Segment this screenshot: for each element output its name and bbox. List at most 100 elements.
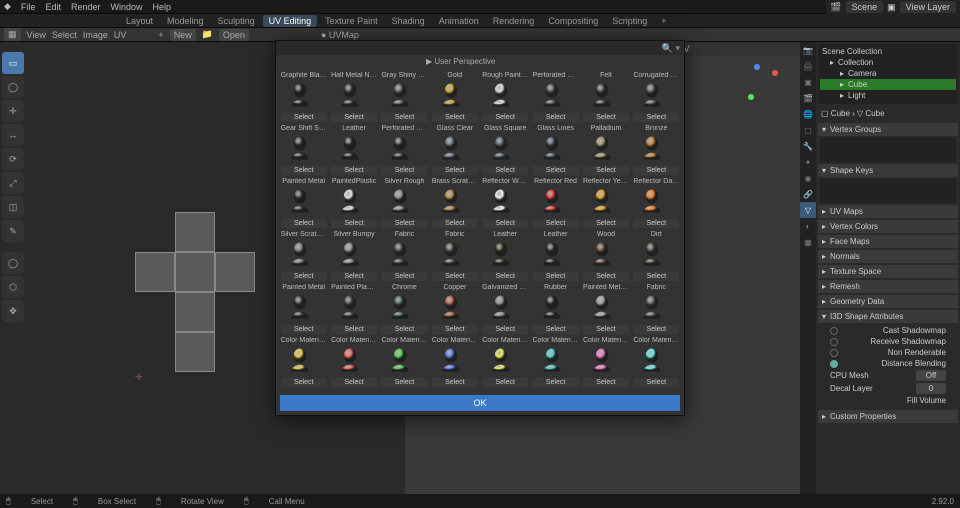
tool-rotate[interactable]: ⟳ [2, 148, 24, 170]
material-select-button[interactable]: Select [281, 113, 327, 122]
prop-tab-particle[interactable]: ✦ [800, 154, 816, 170]
i3d-fill-volume[interactable]: Fill Volume [822, 395, 954, 406]
uv-view-menu[interactable]: View [27, 30, 46, 40]
material-thumb[interactable] [638, 134, 674, 164]
material-thumb[interactable] [286, 187, 322, 217]
workspace-tab-compositing[interactable]: Compositing [542, 15, 604, 27]
prop-tab-constraint[interactable]: 🔗 [800, 186, 816, 202]
material-thumb[interactable] [487, 81, 523, 111]
material-select-button[interactable]: Select [482, 325, 528, 334]
material-select-button[interactable]: Select [482, 272, 528, 281]
material-select-button[interactable]: Select [533, 378, 579, 387]
material-thumb[interactable] [386, 346, 422, 376]
workspace-tab-scripting[interactable]: Scripting [606, 15, 653, 27]
material-select-button[interactable]: Select [533, 272, 579, 281]
material-thumb[interactable] [386, 293, 422, 323]
material-select-button[interactable]: Select [583, 219, 629, 228]
panel-vertex-colors[interactable]: ▸ Vertex Colors [818, 220, 958, 233]
material-thumb[interactable] [588, 293, 624, 323]
material-thumb[interactable] [588, 134, 624, 164]
material-thumb[interactable] [588, 240, 624, 270]
material-thumb[interactable] [638, 81, 674, 111]
material-thumb[interactable] [336, 81, 372, 111]
tool-rip[interactable]: ◯ [2, 252, 24, 274]
tool-move[interactable]: ↔ [2, 124, 24, 146]
menu-window[interactable]: Window [110, 2, 142, 12]
material-thumb[interactable] [437, 240, 473, 270]
material-select-button[interactable]: Select [533, 219, 579, 228]
outliner-item-cube[interactable]: ▸Cube [820, 79, 956, 90]
workspace-tab-uv-editing[interactable]: UV Editing [263, 15, 318, 27]
tool-tweak[interactable]: ▭ [2, 52, 24, 74]
i3d-decal-layer[interactable]: Decal Layer0 [822, 382, 954, 395]
menu-render[interactable]: Render [71, 2, 101, 12]
search-icon[interactable]: 🔍 ▾ [662, 43, 680, 54]
material-select-button[interactable]: Select [381, 272, 427, 281]
material-select-button[interactable]: Select [533, 166, 579, 175]
i3d-cast-shadowmap[interactable]: Cast Shadowmap [822, 325, 954, 336]
prop-tab-texture[interactable]: ▦ [800, 234, 816, 250]
material-thumb[interactable] [336, 293, 372, 323]
material-thumb[interactable] [437, 134, 473, 164]
material-select-button[interactable]: Select [633, 166, 679, 175]
material-thumb[interactable] [336, 346, 372, 376]
prop-tab-physics[interactable]: ◉ [800, 170, 816, 186]
tool-transform[interactable]: ◫ [2, 196, 24, 218]
material-select-button[interactable]: Select [633, 219, 679, 228]
material-thumb[interactable] [638, 240, 674, 270]
i3d-cpu-mesh[interactable]: CPU MeshOff [822, 369, 954, 382]
material-thumb[interactable] [386, 240, 422, 270]
material-select-button[interactable]: Select [331, 219, 377, 228]
material-select-button[interactable]: Select [432, 325, 478, 334]
material-thumb[interactable] [487, 293, 523, 323]
material-thumb[interactable] [336, 240, 372, 270]
material-thumb[interactable] [538, 187, 574, 217]
material-select-button[interactable]: Select [583, 113, 629, 122]
tool-annotate[interactable]: ✎ [2, 220, 24, 242]
prop-tab-modifier[interactable]: 🔧 [800, 138, 816, 154]
material-select-button[interactable]: Select [432, 166, 478, 175]
tool-grab[interactable]: ⬡ [2, 276, 24, 298]
panel-vertex-groups[interactable]: ▾ Vertex Groups [818, 123, 958, 136]
uv-select-menu[interactable]: Select [52, 30, 77, 40]
menu-file[interactable]: File [21, 2, 36, 12]
workspace-tab-sculpting[interactable]: Sculpting [212, 15, 261, 27]
prop-tab-scene[interactable]: 🎬 [800, 90, 816, 106]
plus-icon[interactable]: + [158, 30, 163, 40]
material-thumb[interactable] [538, 240, 574, 270]
material-select-button[interactable]: Select [331, 166, 377, 175]
material-thumb[interactable] [487, 346, 523, 376]
panel-i3d[interactable]: ▾ I3D Shape Attributes [818, 310, 958, 323]
material-thumb[interactable] [386, 187, 422, 217]
material-select-button[interactable]: Select [331, 378, 377, 387]
material-select-button[interactable]: Select [633, 378, 679, 387]
editor-type-icon[interactable]: ▦ [4, 28, 21, 41]
workspace-tab-modeling[interactable]: Modeling [161, 15, 210, 27]
material-thumb[interactable] [286, 346, 322, 376]
tool-pinch[interactable]: ✥ [2, 300, 24, 322]
material-select-button[interactable]: Select [432, 219, 478, 228]
material-select-button[interactable]: Select [432, 113, 478, 122]
panel-shape-keys[interactable]: ▾ Shape Keys [818, 164, 958, 177]
uv-uv-menu[interactable]: UV [114, 30, 127, 40]
outliner-item-light[interactable]: ▸Light [820, 90, 956, 101]
workspace-tab-texture-paint[interactable]: Texture Paint [319, 15, 384, 27]
material-thumb[interactable] [386, 81, 422, 111]
material-select-button[interactable]: Select [381, 113, 427, 122]
material-thumb[interactable] [336, 134, 372, 164]
scene-name[interactable]: Scene [846, 1, 884, 13]
material-select-button[interactable]: Select [281, 325, 327, 334]
material-select-button[interactable]: Select [482, 378, 528, 387]
panel-face-maps[interactable]: ▸ Face Maps [818, 235, 958, 248]
panel-remesh[interactable]: ▸ Remesh [818, 280, 958, 293]
prop-tab-view[interactable]: ▣ [800, 74, 816, 90]
workspace-tab-animation[interactable]: Animation [433, 15, 485, 27]
i3d-receive-shadowmap[interactable]: Receive Shadowmap [822, 336, 954, 347]
material-thumb[interactable] [538, 346, 574, 376]
material-select-button[interactable]: Select [281, 166, 327, 175]
material-thumb[interactable] [286, 293, 322, 323]
material-thumb[interactable] [538, 134, 574, 164]
material-thumb[interactable] [487, 134, 523, 164]
menu-help[interactable]: Help [153, 2, 172, 12]
material-select-button[interactable]: Select [583, 325, 629, 334]
